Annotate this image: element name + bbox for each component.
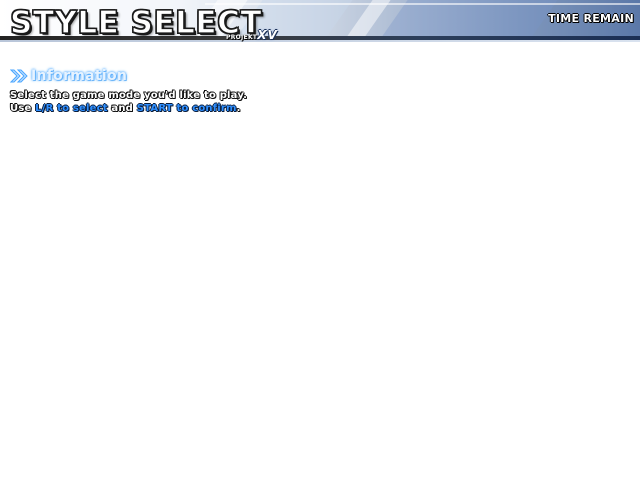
- header-bar: STYLE SELECT PROJEKTXV TIME REMAIN: [0, 0, 640, 48]
- brand-logo-prefix: PROJEKT: [226, 34, 258, 41]
- information-panel: Information Select the game mode you'd l…: [10, 67, 247, 115]
- information-heading: Information: [10, 67, 247, 85]
- instruction-highlight-confirm: START to confirm: [136, 103, 237, 114]
- instruction-line-1: Select the game mode you'd like to play.: [10, 90, 248, 101]
- time-remain-label: TIME REMAIN: [548, 12, 634, 25]
- instruction-highlight-select: L/R to select: [35, 103, 108, 114]
- screen-title: STYLE SELECT: [9, 5, 262, 41]
- brand-logo: PROJEKTXV: [226, 24, 278, 43]
- header-stripe: [382, 0, 558, 36]
- header-highlight-line: [205, 3, 640, 5]
- instruction-text: and: [107, 103, 137, 114]
- brand-logo-mark: XV: [257, 28, 278, 42]
- instruction-text: .: [236, 103, 241, 114]
- instruction-text: Use: [10, 103, 36, 114]
- double-chevron-icon: [10, 69, 28, 83]
- information-title: Information: [31, 68, 128, 84]
- instruction-line-2: Use L/R to select and START to confirm.: [10, 102, 247, 115]
